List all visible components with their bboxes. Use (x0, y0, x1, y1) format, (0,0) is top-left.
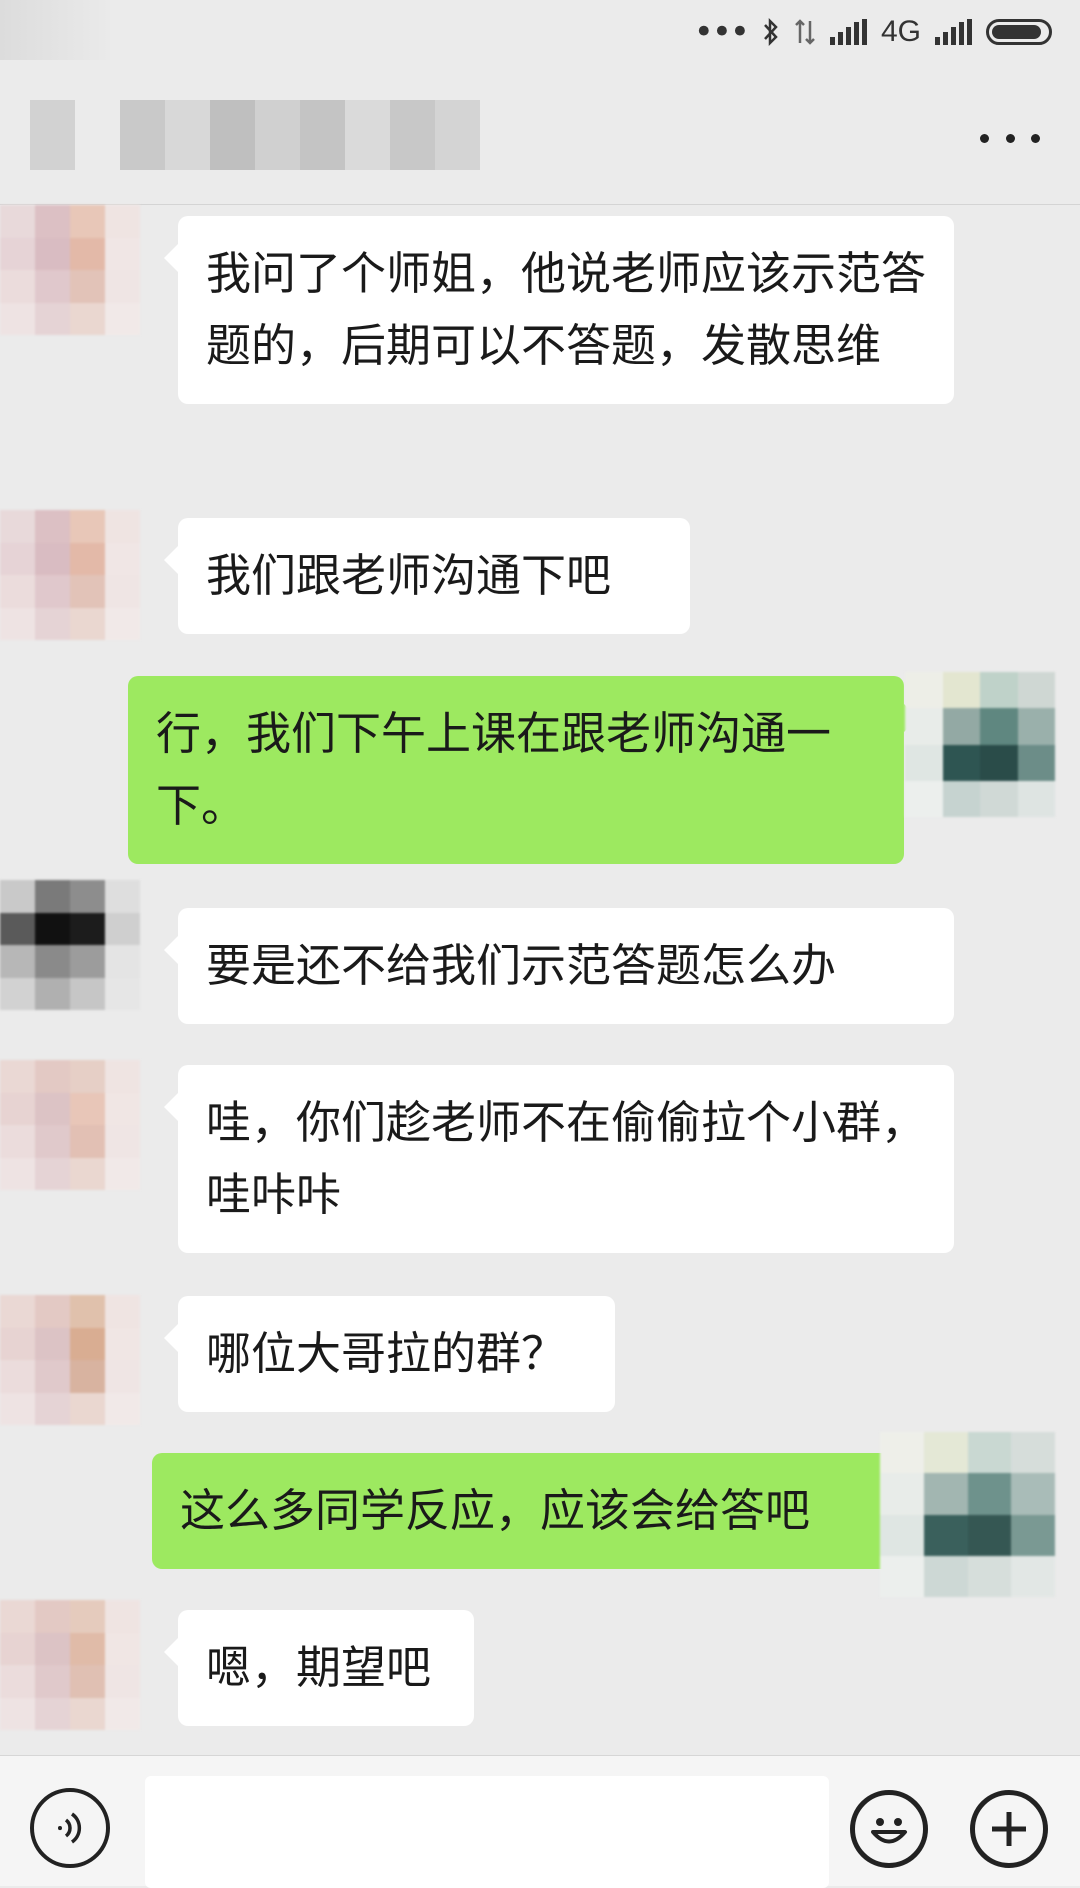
voice-icon (58, 1812, 82, 1844)
emoji-icon (871, 1818, 907, 1844)
message-bubble[interactable]: 我问了个师姐，他说老师应该示范答题的，后期可以不答题，发散思维 (164, 216, 954, 404)
message-bubble-self[interactable]: 这么多同学反应，应该会给答吧 (152, 1453, 904, 1569)
avatar-self[interactable] (905, 672, 1055, 817)
avatar[interactable] (0, 1295, 140, 1425)
avatar[interactable] (0, 1060, 140, 1190)
avatar[interactable] (0, 880, 140, 1010)
avatar[interactable] (0, 510, 140, 640)
message-input[interactable] (145, 1776, 829, 1888)
message-bubble-self[interactable]: 行，我们下午上课在跟老师沟通一下。 (128, 676, 918, 864)
status-icons: ••• 4G (694, 10, 1052, 54)
signal-strength-icon (829, 19, 867, 45)
signal-strength-2-icon (935, 19, 972, 45)
message-bubble[interactable]: 哪位大哥拉的群？ (164, 1296, 615, 1412)
add-button[interactable] (970, 1790, 1048, 1868)
notification-dots-icon: ••• (693, 12, 750, 52)
message-bubble[interactable]: 要是还不给我们示范答题怎么办 (164, 908, 954, 1024)
chat-header (0, 70, 1080, 205)
chat-title-blurred (30, 100, 480, 170)
emoji-button[interactable] (850, 1790, 928, 1868)
plus-icon (992, 1812, 1026, 1846)
voice-button[interactable] (30, 1788, 110, 1868)
status-bar: ••• 4G (0, 0, 1080, 70)
message-bubble[interactable]: 哇，你们趁老师不在偷偷拉个小群，哇咔咔 (164, 1065, 954, 1253)
avatar[interactable] (0, 1600, 140, 1730)
message-bubble[interactable]: 我们跟老师沟通下吧 (164, 518, 690, 634)
message-bubble[interactable]: 嗯，期望吧 (164, 1610, 474, 1726)
battery-icon (986, 19, 1052, 45)
bluetooth-icon (764, 17, 778, 47)
input-bar (0, 1755, 1080, 1888)
data-transfer-icon (795, 19, 815, 45)
avatar-self[interactable] (880, 1432, 1055, 1597)
avatar[interactable] (0, 205, 140, 335)
more-options-button[interactable] (980, 118, 1040, 158)
status-blur-left (0, 0, 110, 60)
network-type: 4G (880, 15, 921, 48)
